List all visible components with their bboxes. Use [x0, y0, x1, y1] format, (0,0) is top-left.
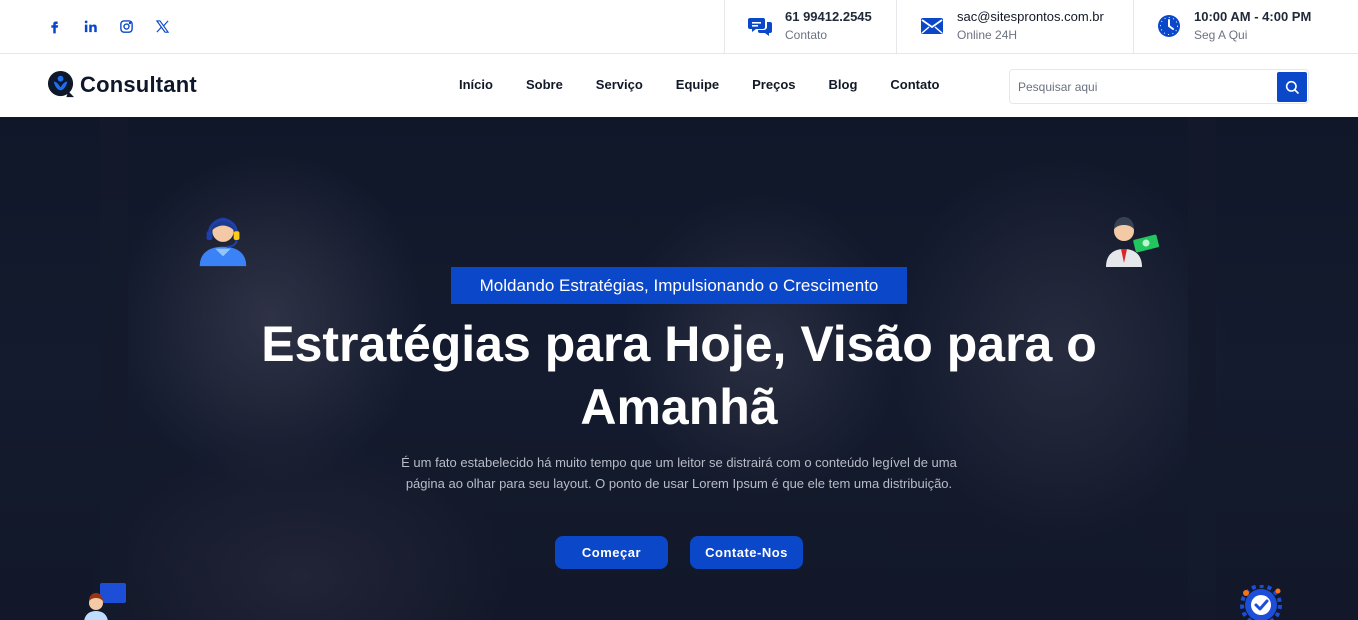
phone-number[interactable]: 61 99412.2545	[785, 9, 872, 25]
phone-label: Contato	[785, 28, 828, 42]
hero-description: É um fato estabelecido há muito tempo qu…	[401, 455, 957, 491]
gear-check-icon	[1238, 584, 1284, 620]
nav-servico[interactable]: Serviço	[596, 77, 643, 92]
envelope-icon	[919, 13, 945, 39]
x-icon[interactable]	[154, 18, 170, 34]
nav-contato[interactable]: Contato	[890, 77, 939, 92]
contact-us-button[interactable]: Contate-Nos	[690, 536, 803, 569]
hero-title: Estratégias para Hoje, Visão para o Aman…	[261, 316, 1097, 435]
clock-icon	[1156, 13, 1182, 39]
hours-label: Seg A Qui	[1194, 28, 1248, 42]
hero-section: Moldando Estratégias, Impulsionando o Cr…	[0, 117, 1358, 620]
hero-badge: Moldando Estratégias, Impulsionando o Cr…	[451, 267, 907, 304]
contact-phone: 61 99412.2545 Contato	[724, 0, 896, 53]
logo-text: Consultant	[80, 71, 197, 97]
email-label: Online 24H	[957, 28, 1018, 42]
support-agent-icon	[194, 209, 252, 269]
search-icon	[1285, 80, 1299, 94]
contact-hours: 10:00 AM - 4:00 PM Seg A Qui	[1133, 0, 1358, 53]
instagram-icon[interactable]	[118, 18, 134, 34]
logo[interactable]: Consultant	[47, 70, 197, 99]
search-input[interactable]	[1010, 70, 1277, 103]
nav-blog[interactable]: Blog	[829, 77, 858, 92]
chat-icon	[747, 13, 773, 39]
nav-inicio[interactable]: Início	[459, 77, 493, 92]
get-started-button[interactable]: Começar	[555, 536, 668, 569]
logo-icon	[47, 70, 75, 98]
businessman-money-icon	[1096, 209, 1162, 267]
facebook-icon[interactable]	[46, 18, 62, 34]
nav-sobre[interactable]: Sobre	[526, 77, 563, 92]
presenter-icon	[80, 583, 130, 620]
nav-equipe[interactable]: Equipe	[676, 77, 719, 92]
search-box	[1009, 69, 1309, 104]
hours-value: 10:00 AM - 4:00 PM	[1194, 9, 1312, 24]
nav-precos[interactable]: Preços	[752, 77, 795, 92]
top-bar: 61 99412.2545 Contato sac@sitesprontos.c…	[0, 0, 1358, 54]
social-links	[46, 18, 170, 34]
background-decoration	[1188, 117, 1216, 620]
email-address[interactable]: sac@sitesprontos.com.br	[957, 9, 1104, 25]
main-menu: Início Sobre Serviço Equipe Preços Blog …	[459, 77, 973, 92]
background-decoration	[100, 117, 128, 620]
search-button[interactable]	[1277, 71, 1307, 102]
main-navbar: Consultant Início Sobre Serviço Equipe P…	[0, 54, 1358, 117]
linkedin-icon[interactable]	[82, 18, 98, 34]
contact-email: sac@sitesprontos.com.br Online 24H	[896, 0, 1133, 53]
